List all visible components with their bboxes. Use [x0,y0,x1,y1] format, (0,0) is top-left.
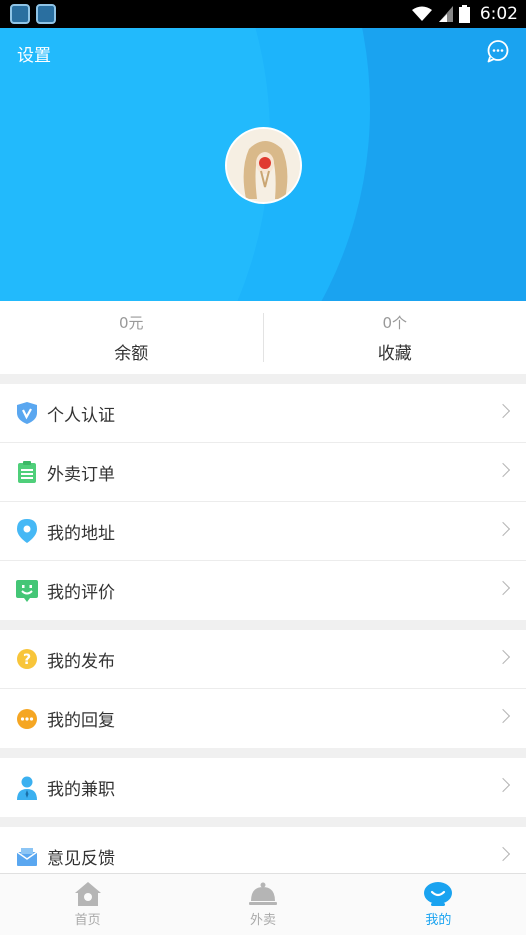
chevron-right-icon [495,403,511,419]
menu-group-jobs: 我的兼职 [0,758,526,817]
menu-label: 外卖订单 [47,464,115,485]
location-pin-icon [15,519,39,543]
bottom-tab-bar: 首页 外卖 我的 [0,873,526,935]
menu-label: 我的发布 [47,651,115,672]
menu-label: 我的评价 [47,583,115,603]
smile-review-icon [15,579,39,603]
settings-button[interactable]: 设置 [17,41,51,66]
menu-item-my-posts[interactable]: ? 我的发布 [0,630,526,689]
wifi-icon [411,6,432,21]
balance-value: 0元 [118,313,144,332]
question-icon: ? [15,647,39,671]
avatar[interactable] [225,127,302,204]
menu-label: 我的地址 [47,523,115,544]
balance-label: 余额 [114,343,149,364]
feedback-mail-icon [15,845,39,869]
home-icon [74,882,101,906]
chevron-right-icon [495,580,511,596]
notification-app-icon [36,4,56,24]
menu-label: 个人认证 [47,405,115,426]
menu-item-reviews[interactable]: 我的评价 [0,561,526,620]
balance-stat[interactable]: 0元 余额 [0,301,263,374]
verified-shield-icon [15,401,39,425]
menu-group-posts: ? 我的发布 我的回复 [0,630,526,748]
tab-label: 外卖 [249,913,276,928]
menu-group-account: 个人认证 外卖订单 我的地址 我的评价 [0,384,526,620]
signal-icon [438,6,453,22]
profile-header: 设置 [0,28,526,301]
menu-label: 我的兼职 [47,780,115,800]
menu-item-orders[interactable]: 外卖订单 [0,443,526,502]
order-list-icon [15,460,39,484]
svg-text:?: ? [23,652,31,668]
favorites-stat[interactable]: 0个 收藏 [264,301,526,374]
status-bar: 6:02 [0,0,526,28]
chevron-right-icon [495,649,511,665]
favorites-value: 0个 [382,313,408,332]
chevron-right-icon [495,846,511,862]
food-cloche-icon [248,882,277,905]
person-icon [15,776,39,800]
favorites-label: 收藏 [377,343,412,364]
tab-takeout[interactable]: 外卖 [175,874,350,935]
status-time: 6:02 [479,4,518,24]
tab-label: 首页 [74,913,101,928]
profile-face-icon [424,882,453,906]
chevron-right-icon [495,708,511,724]
reply-bubble-icon [15,707,39,731]
chevron-right-icon [495,777,511,793]
menu-item-address[interactable]: 我的地址 [0,502,526,561]
menu-item-my-replies[interactable]: 我的回复 [0,689,526,748]
menu-item-part-time[interactable]: 我的兼职 [0,758,526,817]
menu-label: 意见反馈 [47,849,115,869]
battery-icon [458,5,470,23]
tab-label: 我的 [425,913,452,928]
notification-app-icon [10,4,30,24]
chevron-right-icon [495,462,511,478]
chevron-right-icon [495,521,511,537]
menu-item-verification[interactable]: 个人认证 [0,384,526,443]
tab-home[interactable]: 首页 [0,874,175,935]
menu-label: 我的回复 [47,711,115,731]
message-icon[interactable] [486,39,510,63]
account-stats: 0元 余额 0个 收藏 [0,301,526,374]
tab-mine[interactable]: 我的 [351,874,526,935]
